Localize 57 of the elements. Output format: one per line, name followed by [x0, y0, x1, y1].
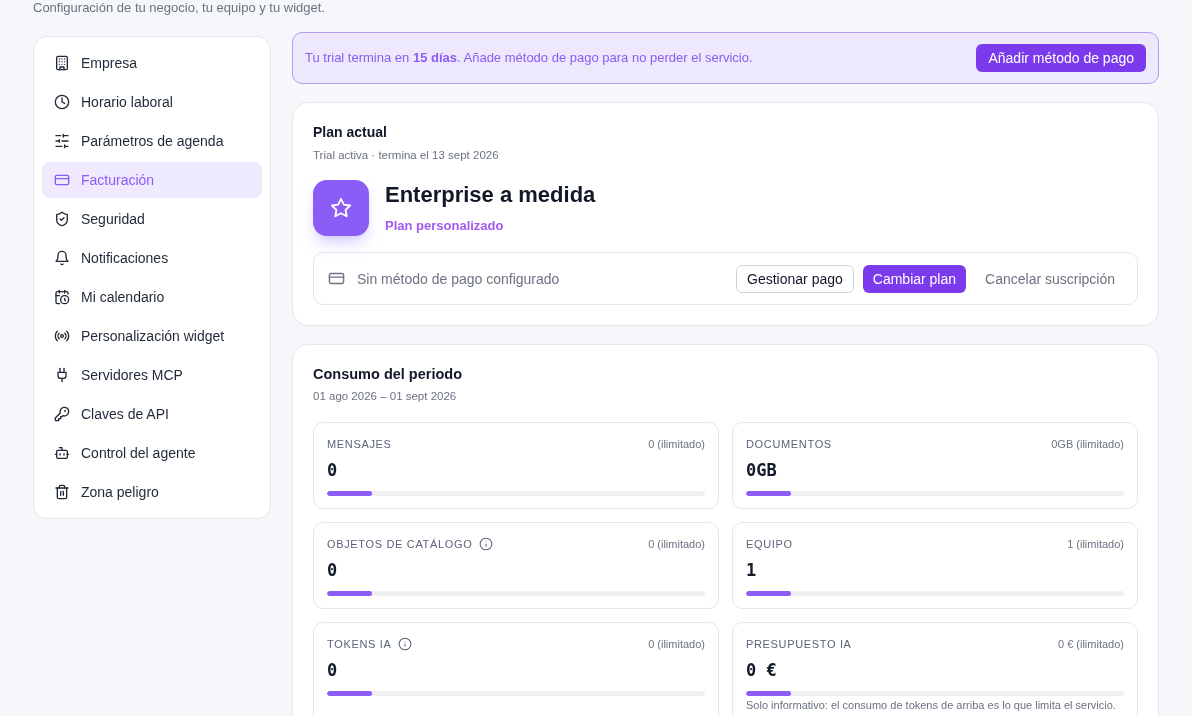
manage-payment-button[interactable]: Gestionar pago [736, 264, 854, 293]
sidebar-item[interactable]: Notificaciones [42, 240, 262, 276]
sidebar-item[interactable]: Control del agente [42, 435, 262, 471]
plan-name: Enterprise a medida [385, 181, 596, 209]
sidebar-item[interactable]: Empresa [42, 45, 262, 81]
usage-value: 0 [327, 659, 338, 682]
sidebar-item[interactable]: Claves de API [42, 396, 262, 432]
plan-type: Plan personalizado [385, 217, 504, 235]
usage-value: 0 € [746, 659, 777, 682]
robot-icon [54, 445, 70, 461]
building-icon [54, 55, 70, 71]
usage-limit: 0 (ilimitado) [648, 537, 705, 552]
sidebar-item[interactable]: Servidores MCP [42, 357, 262, 393]
credit-card-icon [328, 270, 345, 287]
usage-label: TOKENS IA [327, 637, 392, 652]
shield-check-icon [54, 211, 70, 227]
usage-label: MENSAJES [327, 437, 392, 452]
page-subtitle: Configuración de tu negocio, tu equipo y tu widget. [33, 0, 325, 16]
clock-icon [54, 94, 70, 110]
payment-method-text: Sin método de pago configurado [357, 269, 560, 289]
calendar-clock-icon [54, 289, 70, 305]
usage-limit: 0GB (ilimitado) [1051, 437, 1124, 452]
broadcast-icon [54, 328, 70, 344]
bell-icon [54, 250, 70, 266]
plug-icon [54, 367, 70, 383]
sidebar-item[interactable]: Horario laboral [42, 84, 262, 120]
add-payment-button[interactable]: Añadir método de pago [976, 44, 1146, 72]
trash-icon [54, 484, 70, 500]
cancel-subscription-button[interactable]: Cancelar suscripción [975, 264, 1125, 293]
key-icon [54, 406, 70, 422]
usage-value: 0 [327, 459, 338, 482]
usage-label: DOCUMENTOS [746, 437, 832, 452]
usage-value: 0GB [746, 459, 777, 482]
sidebar-item[interactable]: Personalización widget [42, 318, 262, 354]
usage-period: 01 ago 2026 – 01 sept 2026 [313, 389, 457, 404]
usage-card-title: Consumo del periodo [313, 365, 463, 384]
sidebar-item[interactable]: Seguridad [42, 201, 262, 237]
sidebar-item[interactable]: Facturación [42, 162, 262, 198]
credit-card-icon [54, 172, 70, 188]
usage-value: 1 [746, 559, 757, 582]
usage-value: 0 [327, 559, 338, 582]
sliders-icon [54, 133, 70, 149]
usage-limit: 0 (ilimitado) [648, 437, 705, 452]
sidebar-item[interactable]: Zona peligro [42, 474, 262, 510]
plan-card-title: Plan actual [313, 123, 387, 142]
usage-label: EQUIPO [746, 537, 793, 552]
sidebar-item[interactable]: Mi calendario [42, 279, 262, 315]
usage-label: PRESUPUESTO IA [746, 637, 852, 652]
change-plan-button[interactable]: Cambiar plan [862, 264, 967, 293]
usage-note: Solo informativo: el consumo de tokens de arriba es lo que limita el servicio. [746, 699, 1116, 712]
usage-limit: 0 € (ilimitado) [1057, 637, 1124, 652]
usage-label: OBJETOS DE CATÁLOGO [327, 537, 473, 552]
usage-limit: 0 (ilimitado) [648, 637, 705, 652]
trial-message: Tu trial termina en 15 días. Añade método de pago para no perder el servicio. [305, 49, 753, 67]
plan-status-text: Trial activa · termina el 13 sept 2026 [313, 148, 499, 163]
sidebar-item[interactable]: Parámetros de agenda [42, 123, 262, 159]
usage-limit: 1 (ilimitado) [1067, 537, 1124, 552]
